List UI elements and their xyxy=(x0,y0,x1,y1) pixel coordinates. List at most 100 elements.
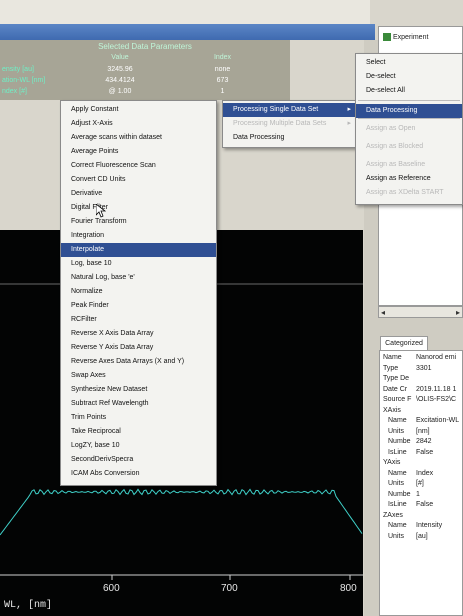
processing-functions-menu[interactable]: Apply Constant Adjust X-Axis Average scans… xyxy=(60,100,217,486)
property-row[interactable]: Name Excitation-WL xyxy=(380,416,462,426)
parameter-index: none xyxy=(214,66,231,73)
menu-item-data-processing[interactable]: Data Processing xyxy=(356,104,462,118)
menu-item-reverse-axes-data-arrays-x-and-y[interactable]: Reverse Axes Data Arrays (X and Y) xyxy=(61,355,216,369)
x-tick-label: 700 xyxy=(221,583,238,594)
menu-item-natural-log-base-e[interactable]: Natural Log, base 'e' xyxy=(61,271,216,285)
menu-item-reverse-y-axis-data-array[interactable]: Reverse Y Axis Data Array xyxy=(61,341,216,355)
property-row[interactable]: YAxis xyxy=(380,458,462,468)
parameter-row[interactable]: ensity [au] 3245.96 none xyxy=(0,64,290,75)
menu-item-integration[interactable]: Integration xyxy=(61,229,216,243)
property-row[interactable]: Units [au] xyxy=(380,532,462,542)
property-row[interactable]: ZAxes xyxy=(380,511,462,521)
properties-grid[interactable]: Name Nanorod emi Type 3301 Type De Date Cr 201… xyxy=(379,350,463,616)
spectrum-trace xyxy=(0,488,363,536)
property-value: \OLIS-FS2\C xyxy=(416,396,457,403)
property-value: False xyxy=(416,501,434,508)
property-value: 1 xyxy=(416,490,420,498)
menu-item-adjust-x-axis[interactable]: Adjust X-Axis xyxy=(61,117,216,131)
parameter-row[interactable]: ndex [#] @ 1.00 1 xyxy=(0,86,290,97)
property-value: 2842 xyxy=(416,438,432,445)
parameters-title: Selected Data Parameters xyxy=(98,42,192,51)
menu-item-log-base-10[interactable]: Log, base 10 xyxy=(61,257,216,271)
menu-item-label: Processing Single Data Set xyxy=(233,106,319,113)
menu-item-reverse-x-axis-data-array[interactable]: Reverse X Axis Data Array xyxy=(61,327,216,341)
property-row[interactable]: Date Cr 2019.11.18 1 xyxy=(380,385,462,395)
menu-item-average-scans-within-dataset[interactable]: Average scans within dataset xyxy=(61,131,216,145)
parameter-index: 673 xyxy=(216,77,229,84)
property-key: YAxis xyxy=(383,459,401,466)
property-value: [#] xyxy=(416,480,424,487)
mouse-cursor-icon xyxy=(96,204,106,218)
property-row[interactable]: Units [nm] xyxy=(380,427,462,437)
property-row[interactable]: Type 3301 xyxy=(380,364,462,374)
menu-item-data-processing[interactable]: Data Processing xyxy=(223,131,357,145)
menu-item-de-select[interactable]: De-select xyxy=(356,70,462,84)
menu-item-label: Processing Multiple Data Sets xyxy=(233,120,327,127)
menu-item-correct-fluorescence-scan[interactable]: Correct Fluorescence Scan xyxy=(61,159,216,173)
menu-item-trim-points[interactable]: Trim Points xyxy=(61,411,216,425)
menu-item-assign-as-baseline: Assign as Baseline xyxy=(366,161,426,168)
select-context-menu[interactable]: Select De-select De-select All Data Process… xyxy=(355,53,463,205)
menu-item-rcfilter[interactable]: RCFilter xyxy=(61,313,216,327)
parameters-header-row: Value Index xyxy=(0,52,290,63)
menu-item-apply-constant[interactable]: Apply Constant xyxy=(61,103,216,117)
menu-item-select[interactable]: Select xyxy=(356,56,462,70)
parameters-table: Selected Data Parameters Value Index ens… xyxy=(0,40,290,100)
property-row[interactable]: Source F \OLIS-FS2\C xyxy=(380,395,462,405)
menu-item-swap-axes[interactable]: Swap Axes xyxy=(61,369,216,383)
menu-item-label: Data Processing xyxy=(233,134,285,141)
menu-item-take-reciprocal[interactable]: Take Reciprocal xyxy=(61,425,216,439)
parameter-name: ndex [#] xyxy=(2,88,27,95)
property-row[interactable]: Name Intensity xyxy=(380,521,462,531)
menu-item-logzy-base-10[interactable]: LogZY, base 10 xyxy=(61,439,216,453)
menu-item-average-points[interactable]: Average Points xyxy=(61,145,216,159)
menu-item-processing-single-data-set[interactable]: Processing Single Data Set ▸ xyxy=(223,103,357,117)
property-row[interactable]: Name Nanorod emi xyxy=(380,353,462,363)
submenu-arrow-icon: ▸ xyxy=(347,120,351,127)
tree-item-experiment[interactable]: Experiment xyxy=(383,33,428,41)
menu-item-secondderivspecra[interactable]: SecondDerivSpecra xyxy=(61,453,216,467)
property-key: Units xyxy=(388,480,404,487)
property-value: [au] xyxy=(416,532,428,540)
menu-item-interpolate[interactable]: Interpolate xyxy=(61,243,216,257)
property-row[interactable]: XAxis xyxy=(380,406,462,416)
menu-item-synthesize-new-dataset[interactable]: Synthesize New Dataset xyxy=(61,383,216,397)
property-row[interactable]: Units [#] xyxy=(380,479,462,489)
column-header-value: Value xyxy=(111,54,129,61)
parameter-row[interactable]: ation-WL [nm] 434.4124 673 xyxy=(0,75,290,86)
horizontal-scrollbar[interactable]: ◂ ▸ xyxy=(378,306,463,318)
property-key: Numbe xyxy=(388,438,411,445)
menu-item-icam-abs-conversion[interactable]: ICAM Abs Conversion xyxy=(61,467,216,481)
property-key: ZAxes xyxy=(383,511,403,519)
processing-submenu[interactable]: Processing Single Data Set ▸ Processing Mu… xyxy=(222,100,358,148)
menu-item-peak-finder[interactable]: Peak Finder xyxy=(61,299,216,313)
menu-item-assign-as-xdelta-start: Assign as XDelta START xyxy=(366,189,444,196)
property-value: False xyxy=(416,448,434,456)
tab-categorized[interactable]: Categorized xyxy=(380,336,428,350)
menu-item-derivative[interactable]: Derivative xyxy=(61,187,216,201)
property-key: Name xyxy=(388,522,407,529)
menu-item-subtract-ref-wavelength[interactable]: Subtract Ref Wavelength xyxy=(61,397,216,411)
property-row[interactable]: Numbe 1 xyxy=(380,490,462,500)
property-row[interactable]: Numbe 2842 xyxy=(380,437,462,447)
menu-item-fourier-transform[interactable]: Fourier Transform xyxy=(61,215,216,229)
property-key: Type xyxy=(383,364,399,372)
menu-item-assign-as-reference[interactable]: Assign as Reference xyxy=(356,172,462,186)
menu-item-assign-as-open: Assign as Open xyxy=(366,125,416,132)
scroll-left-icon[interactable]: ◂ xyxy=(381,308,385,317)
property-row[interactable]: IsLine False xyxy=(380,500,462,510)
property-value: Excitation-WL xyxy=(416,417,460,424)
property-row[interactable]: Name Index xyxy=(380,469,462,479)
property-row[interactable]: IsLine False xyxy=(380,448,462,458)
menu-separator xyxy=(358,100,460,101)
property-key: IsLine xyxy=(388,501,407,508)
menu-item-digital-filter[interactable]: Digital Filter xyxy=(61,201,216,215)
menu-item-convert-cd-units[interactable]: Convert CD Units xyxy=(61,173,216,187)
menu-item-de-select-all[interactable]: De-select All xyxy=(356,84,462,98)
property-key: Units xyxy=(388,532,404,540)
property-row[interactable]: Type De xyxy=(380,374,462,384)
tree-item-label: Experiment xyxy=(393,33,429,41)
menu-item-normalize[interactable]: Normalize xyxy=(61,285,216,299)
title-bar xyxy=(0,24,375,40)
scroll-right-icon[interactable]: ▸ xyxy=(456,308,460,317)
